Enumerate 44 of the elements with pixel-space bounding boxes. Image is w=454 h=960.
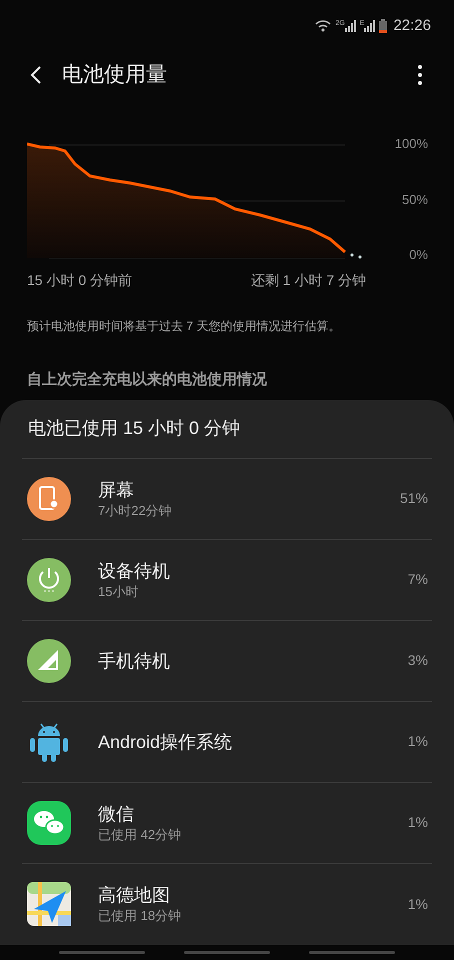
usage-percent: 51%	[400, 489, 428, 508]
navigation-bar-line[interactable]	[59, 950, 146, 954]
usage-row[interactable]: 屏幕 7小时22分钟 51%	[22, 458, 432, 540]
usage-percent: 3%	[408, 651, 428, 670]
clock-time: 22:26	[393, 16, 431, 36]
usage-detail: 已使用 42分钟	[98, 826, 182, 844]
signal-icon	[26, 638, 72, 684]
usage-row[interactable]: 手机待机 3%	[22, 620, 432, 702]
usage-percent: 1%	[408, 813, 428, 832]
usage-percent: 1%	[408, 894, 428, 914]
axis-label: 100%	[394, 135, 428, 154]
usage-percent: 7%	[408, 570, 428, 590]
usage-name: 屏幕	[98, 478, 135, 502]
usage-row[interactable]: 高德地图 已使用 18分钟 1%	[22, 864, 432, 945]
navigation-bar-line[interactable]	[184, 950, 270, 954]
page-title: 电池使用量	[62, 62, 167, 88]
usage-name: Android操作系统	[98, 730, 232, 754]
usage-name: 高德地图	[98, 884, 171, 908]
usage-name: 微信	[98, 802, 135, 826]
section-title: 自上次完全充电以来的电池使用情况	[26, 370, 268, 390]
usage-detail: 15小时	[98, 582, 140, 601]
power-icon	[26, 556, 72, 603]
screen-brightness-icon	[26, 476, 72, 522]
usage-name: 手机待机	[98, 650, 170, 673]
axis-label: 50%	[402, 190, 428, 209]
signal-bars-icon	[344, 20, 356, 32]
chat-bubbles-icon	[26, 800, 72, 846]
axis-label: 0%	[409, 246, 428, 264]
usage-detail: 7小时22分钟	[98, 502, 172, 520]
battery-low-icon	[379, 19, 388, 34]
remaining-time-label: 还剩 1 小时 7 分钟	[250, 271, 366, 290]
wifi-icon	[315, 19, 332, 34]
usage-detail: 已使用 18分钟	[98, 907, 182, 926]
usage-row[interactable]: Android操作系统 1%	[22, 702, 432, 783]
sheet-title: 电池已使用 15 小时 0 分钟	[22, 400, 432, 459]
usage-row[interactable]: 设备待机 15小时 7%	[22, 540, 432, 621]
usage-percent: 1%	[408, 732, 428, 752]
usage-row[interactable]: 微信 已使用 42分钟 1%	[22, 782, 432, 864]
navigation-bar-line[interactable]	[308, 950, 395, 954]
usage-name: 设备待机	[98, 560, 170, 583]
signal-bars-icon	[364, 20, 376, 32]
estimate-note: 预计电池使用时间将基于过去 7 天您的使用情况进行估算。	[26, 318, 342, 336]
start-time-label: 15 小时 0 分钟前	[27, 271, 132, 290]
map-navigation-icon	[26, 881, 72, 928]
